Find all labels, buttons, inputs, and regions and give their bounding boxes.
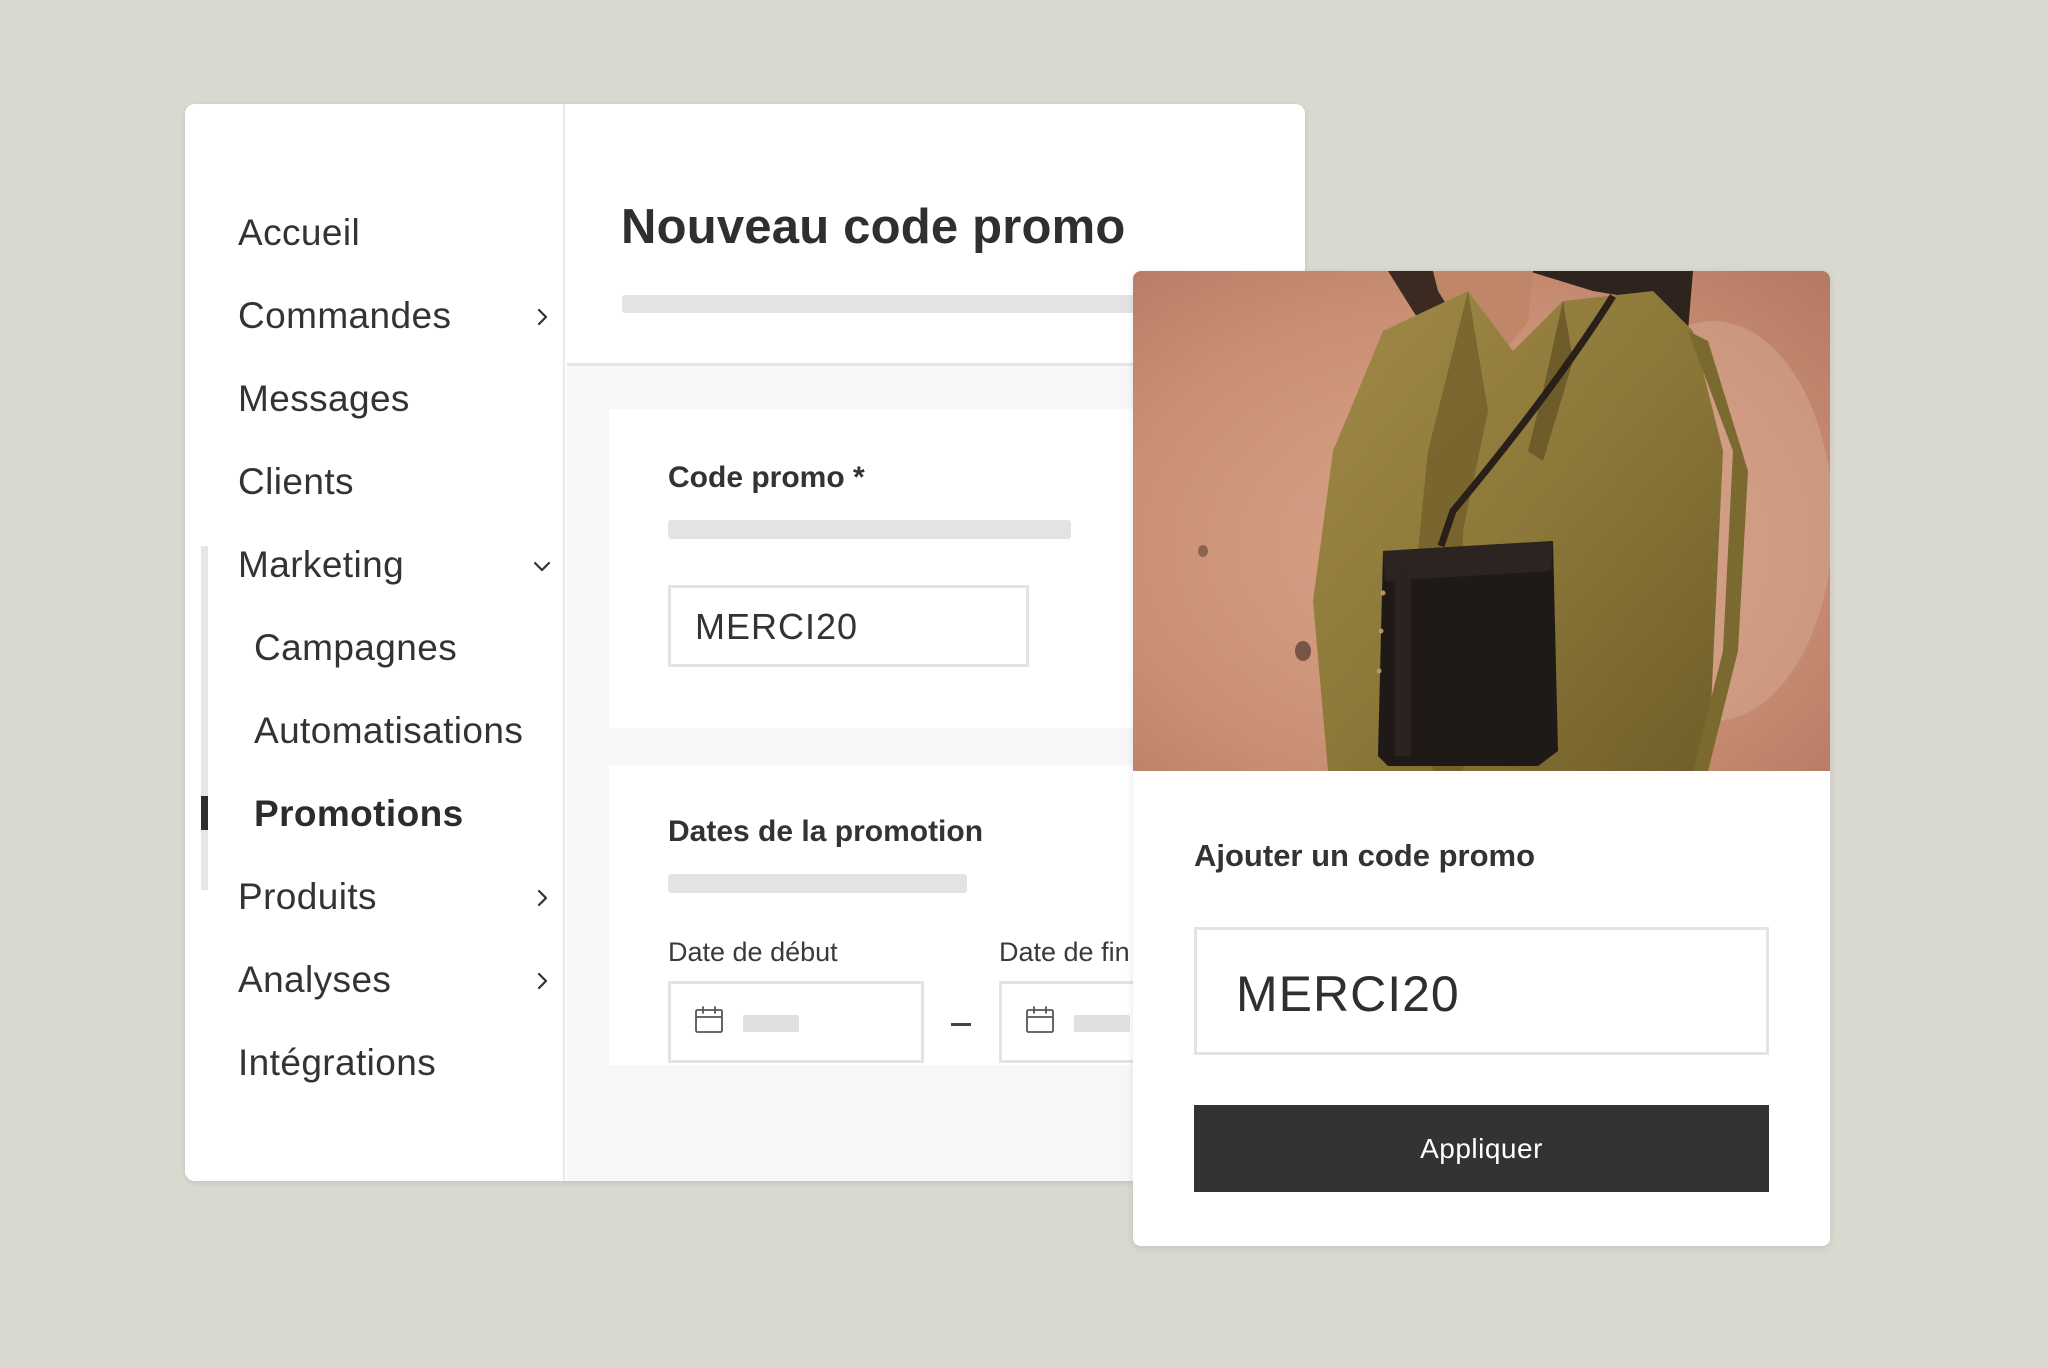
code-promo-input[interactable]: MERCI20 — [668, 585, 1029, 667]
sidebar-item-marketing[interactable]: Marketing — [185, 536, 563, 596]
apply-button[interactable]: Appliquer — [1194, 1105, 1769, 1192]
sidebar-item-label: Produits — [238, 876, 377, 917]
skeleton-line — [668, 874, 967, 893]
chevron-down-icon — [533, 561, 551, 572]
sidebar-item-automatisations[interactable]: Automatisations — [185, 702, 563, 762]
end-date-label: Date de fin — [999, 937, 1130, 967]
sidebar-item-promotions[interactable]: Promotions — [185, 785, 563, 845]
sidebar-item-clients[interactable]: Clients — [185, 453, 563, 513]
sidebar-item-label: Campagnes — [254, 627, 458, 668]
calendar-icon — [695, 1006, 723, 1033]
date-placeholder — [743, 1015, 799, 1032]
sidebar-item-commandes[interactable]: Commandes — [185, 287, 563, 347]
sidebar-nav: Accueil Commandes Messages Clients Marke… — [185, 104, 565, 1181]
sidebar-item-produits[interactable]: Produits — [185, 868, 563, 928]
promo-code-card: Ajouter un code promo MERCI20 Appliquer — [1133, 271, 1830, 1246]
sidebar-item-analyses[interactable]: Analyses — [185, 951, 563, 1011]
promo-title: Ajouter un code promo — [1194, 838, 1535, 873]
promo-code-value: MERCI20 — [1236, 966, 1460, 1022]
page-title: Nouveau code promo — [621, 200, 1126, 254]
promo-form: Ajouter un code promo MERCI20 Appliquer — [1133, 771, 1830, 1246]
code-promo-title: Code promo * — [668, 461, 865, 494]
sidebar-item-label: Messages — [238, 378, 410, 419]
sidebar-item-label: Analyses — [238, 959, 392, 1000]
sidebar-item-label: Automatisations — [254, 710, 524, 751]
sidebar-item-label: Commandes — [238, 295, 452, 336]
sidebar-item-campagnes[interactable]: Campagnes — [185, 619, 563, 679]
chevron-right-icon — [537, 972, 548, 990]
date-range-dash — [951, 1023, 971, 1026]
date-placeholder — [1074, 1015, 1130, 1032]
dates-title: Dates de la promotion — [668, 815, 984, 848]
promo-code-input[interactable]: MERCI20 — [1194, 927, 1769, 1055]
chevron-right-icon — [537, 308, 548, 326]
sidebar-item-label: Intégrations — [238, 1042, 437, 1083]
calendar-icon — [1026, 1006, 1054, 1033]
start-date-label: Date de début — [668, 937, 838, 967]
sidebar-item-label: Accueil — [238, 212, 361, 253]
sidebar-item-label: Marketing — [238, 544, 405, 585]
product-photo — [1133, 271, 1830, 771]
chevron-right-icon — [537, 889, 548, 907]
sidebar-item-messages[interactable]: Messages — [185, 370, 563, 430]
skeleton-line — [668, 520, 1071, 539]
sidebar-item-label: Clients — [238, 461, 354, 502]
sidebar-item-integrations[interactable]: Intégrations — [185, 1034, 563, 1094]
sidebar-item-accueil[interactable]: Accueil — [185, 204, 563, 264]
start-date-input[interactable] — [668, 981, 924, 1063]
sidebar-item-label: Promotions — [254, 793, 464, 834]
code-promo-value: MERCI20 — [695, 606, 859, 647]
